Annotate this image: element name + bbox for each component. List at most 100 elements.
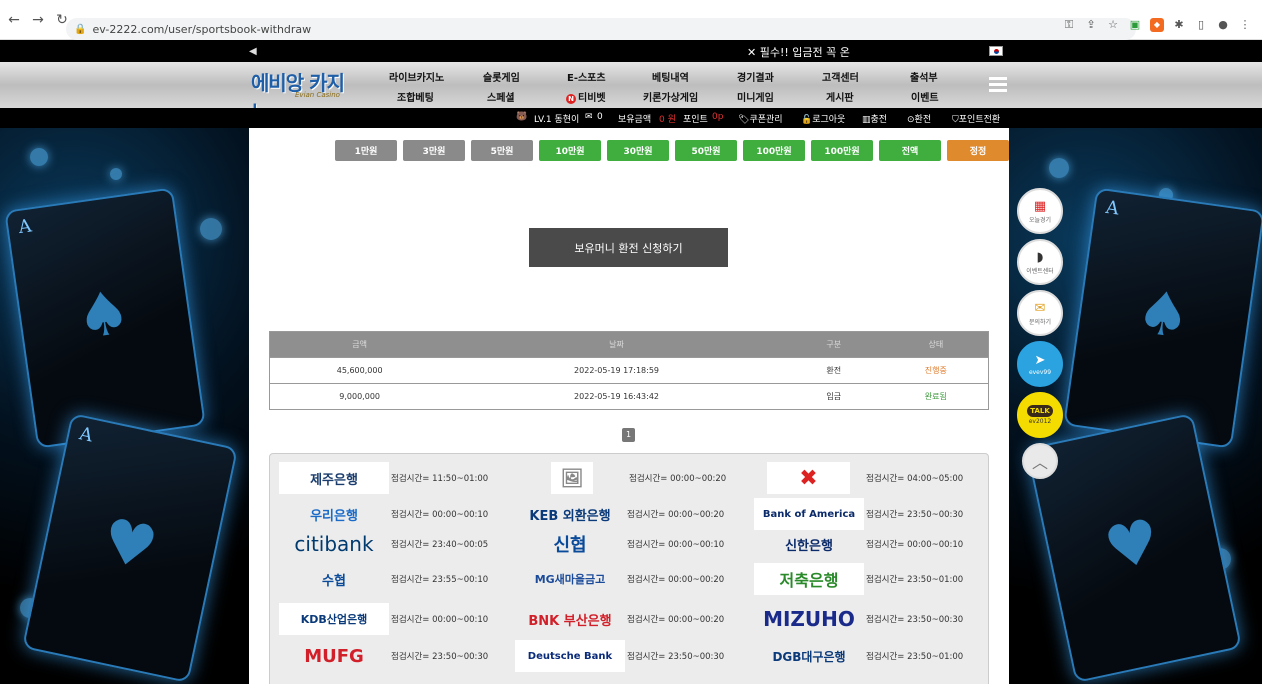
status-badge: 완료됨	[883, 383, 989, 410]
chevron-up-icon: ︿	[1031, 453, 1048, 472]
menu-bet-history[interactable]: 베팅내역	[652, 69, 689, 84]
sidebar-icon[interactable]: ▯	[1194, 18, 1208, 32]
menu-live-casino[interactable]: 라이브카지노	[389, 69, 444, 84]
point-convert-link[interactable]: ⛉포인트전환	[952, 112, 1000, 125]
withdraw-link[interactable]: ⊙환전	[907, 112, 931, 125]
logout-link[interactable]: 🔓로그아웃	[801, 112, 845, 125]
amount-100k-button[interactable]: 10만원	[539, 140, 601, 161]
menu-combo-bet[interactable]: 조합베팅	[397, 89, 434, 104]
lock-icon: 🔒	[74, 23, 87, 35]
share-icon[interactable]: ⇪	[1084, 18, 1098, 32]
hamburger-icon[interactable]	[989, 77, 1007, 93]
menu-icon[interactable]: ⋮	[1238, 18, 1252, 32]
bank-item: ✖ 점검시간= 04:00~05:00	[767, 462, 963, 494]
table-row: 9,000,000 2022-05-19 16:43:42 입금 완료됨	[269, 383, 989, 410]
balance-label: 보유금액	[618, 115, 652, 125]
extension-icon[interactable]: ▣	[1128, 18, 1142, 32]
site-logo[interactable]: 에비앙 카지노 Evian Casino	[251, 67, 361, 124]
menu-support[interactable]: 고객센터	[822, 69, 859, 84]
new-badge: N	[566, 94, 576, 104]
kakao-button[interactable]: TALK ev2012	[1017, 392, 1063, 438]
amount-300k-button[interactable]: 30만원	[607, 140, 669, 161]
cell-type: 입금	[783, 383, 884, 410]
browser-chrome: ← → ↻ 🔒 ev-2222.com/user/sportsbook-with…	[0, 0, 1262, 40]
amount-500k-button[interactable]: 50만원	[675, 140, 737, 161]
col-type: 구분	[783, 331, 884, 358]
bank-logo-shinhan: 신한은행	[785, 538, 833, 554]
telegram-button[interactable]: ➤ evev99	[1017, 341, 1063, 387]
cell-date: 2022-05-19 16:43:42	[449, 383, 784, 410]
amount-1m-button[interactable]: 100만원	[743, 140, 805, 161]
menu-tvbet[interactable]: N 티비벳	[566, 89, 606, 104]
menu-kiron[interactable]: 키론가상게임	[643, 89, 698, 104]
live-icon: ▦	[1033, 198, 1047, 214]
back-icon[interactable]: ←	[4, 10, 24, 30]
amount-1m-button-2[interactable]: 100만원	[811, 140, 873, 161]
bank-item: 저축은행 점검시간= 23:50~01:00	[754, 563, 963, 595]
menu-esports[interactable]: E-스포츠	[567, 69, 606, 84]
amount-all-button[interactable]: 전액	[879, 140, 941, 161]
korea-flag-icon[interactable]	[989, 46, 1003, 56]
event-center-button[interactable]: ◗ 이벤트센터	[1017, 239, 1063, 285]
speaker-icon: ◀	[249, 45, 257, 57]
menu-minigame[interactable]: 미니게임	[737, 89, 774, 104]
bank-item: DGB대구은행 점검시간= 23:50~01:00	[754, 640, 963, 672]
star-icon[interactable]: ☆	[1106, 18, 1120, 32]
bank-item: BNK 부산은행 점검시간= 00:00~00:20	[515, 603, 724, 635]
amount-reset-button[interactable]: 정정	[947, 140, 1009, 161]
deposit-link[interactable]: ▥충전	[862, 112, 887, 125]
inquiry-button[interactable]: ✉ 문의하기	[1017, 290, 1063, 336]
image-placeholder-icon: 🖼	[551, 462, 593, 494]
playing-card: A♥	[21, 412, 239, 684]
bank-logo-boa: Bank of America	[754, 498, 864, 530]
withdraw-submit-button[interactable]: 보유머니 환전 신청하기	[529, 228, 728, 267]
menu-special[interactable]: 스페셜	[487, 89, 515, 104]
menu-slot[interactable]: 슬롯게임	[483, 69, 520, 84]
profile-icon[interactable]: ●	[1216, 18, 1230, 32]
bank-item: 우리은행 점검시간= 00:00~00:10	[279, 498, 488, 530]
extension-icon[interactable]: ◆	[1150, 18, 1164, 32]
menu-board[interactable]: 게시판	[826, 89, 854, 104]
url-text: ev-2222.com/user/sportsbook-withdraw	[92, 22, 312, 36]
bank-logo-mizuho: MIZUHO	[763, 607, 855, 631]
amount-30k-button[interactable]: 3만원	[403, 140, 465, 161]
bank-item: 신한은행 점검시간= 00:00~00:10	[754, 528, 963, 560]
menu-attendance[interactable]: 출석부	[910, 69, 938, 84]
shield-icon: ⛉	[952, 115, 959, 125]
amount-50k-button[interactable]: 5만원	[471, 140, 533, 161]
bank-item: 신협 점검시간= 00:00~00:10	[515, 528, 724, 560]
cell-amount: 45,600,000	[269, 357, 450, 384]
notice-text[interactable]: ✕ 필수!! 입금전 꼭 온	[747, 44, 850, 60]
live-games-button[interactable]: ▦ 오늘경기	[1017, 188, 1063, 234]
user-level[interactable]: LV.1 동현이	[534, 112, 579, 125]
event-icon: ◗	[1036, 249, 1044, 265]
key-icon[interactable]: ⚿	[1062, 18, 1076, 32]
kakao-icon: TALK	[1027, 405, 1053, 417]
user-bar: 🐻 LV.1 동현이 ✉ 0 보유금액 0 원 포인트 0p 🏷쿠폰관리 🔓로그…	[0, 108, 1262, 128]
playing-card: A♥	[1025, 412, 1243, 684]
menu-results[interactable]: 경기결과	[737, 69, 774, 84]
deposit-icon: ▥	[862, 115, 871, 125]
extension-icon[interactable]: ✱	[1172, 18, 1186, 32]
cell-date: 2022-05-19 17:18:59	[449, 357, 784, 384]
address-bar[interactable]: 🔒 ev-2222.com/user/sportsbook-withdraw	[66, 18, 1136, 40]
bank-logo-jeju: 제주은행	[279, 462, 389, 494]
bank-item: 수협 점검시간= 23:55~00:10	[279, 563, 488, 595]
point-label: 포인트	[683, 115, 708, 125]
scroll-top-button[interactable]: ︿	[1022, 443, 1058, 479]
amount-10k-button[interactable]: 1만원	[335, 140, 397, 161]
bank-item: KEB 외환은행 점검시간= 00:00~00:20	[515, 498, 724, 530]
balance-value: 0 원	[659, 115, 676, 125]
table-row: 45,600,000 2022-05-19 17:18:59 환전 진행중	[269, 357, 989, 384]
logout-icon: 🔓	[801, 115, 813, 125]
site-header: 에비앙 카지노 Evian Casino 라이브카지노 슬롯게임 E-스포츠 베…	[0, 62, 1262, 124]
coupon-link[interactable]: 🏷쿠폰관리	[738, 112, 783, 125]
page-1-button[interactable]: 1	[622, 428, 635, 442]
mail-icon[interactable]: ✉	[585, 112, 593, 122]
bank-logo-mg: MG새마을금고	[534, 573, 606, 586]
point-value: 0p	[712, 112, 724, 122]
menu-event[interactable]: 이벤트	[911, 89, 939, 104]
forward-icon[interactable]: →	[28, 10, 48, 30]
bank-item: 🖼 점검시간= 00:00~00:20	[551, 462, 726, 494]
bank-item: citibank 점검시간= 23:40~00:05	[279, 528, 488, 560]
